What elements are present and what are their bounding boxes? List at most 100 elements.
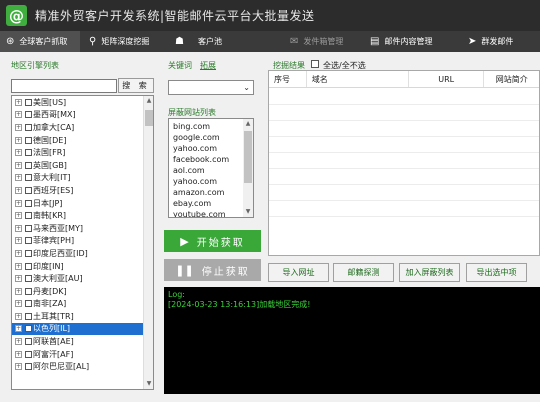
region-tree-scrollbar[interactable]: ▲ ▼ <box>143 96 153 389</box>
tab-mail-content-management[interactable]: ▤ 邮件内容管理 <box>364 31 444 52</box>
expand-icon[interactable]: + <box>15 98 22 106</box>
expand-icon[interactable]: + <box>15 161 22 169</box>
tab-matrix-deep-mining[interactable]: ⚲ 矩阵深度挖掘 <box>83 31 159 52</box>
region-tree-item[interactable]: + 西班牙[ES] <box>12 184 144 197</box>
expand-icon[interactable]: + <box>15 325 22 333</box>
keywords-expand-link[interactable]: 拓展 <box>200 60 216 71</box>
region-tree[interactable]: + 美国[US] + 墨西哥[MX] + 加拿大[CA] + 德国[DE] + 法国[FR] + 英国… <box>11 95 154 390</box>
region-tree-item[interactable]: + 以色列[IL] <box>12 322 144 336</box>
region-tree-item[interactable]: + 阿联酋[AE] <box>12 335 144 348</box>
region-checkbox[interactable] <box>25 325 32 333</box>
keywords-select[interactable]: ⌄ <box>168 80 254 95</box>
scroll-up-icon[interactable]: ▲ <box>243 119 253 129</box>
region-checkbox[interactable] <box>25 249 32 257</box>
region-checkbox[interactable] <box>25 174 32 182</box>
region-tree-item[interactable]: + 南韩[KR] <box>12 209 144 222</box>
blocked-sites-scrollbar[interactable]: ▲ ▼ <box>243 119 253 217</box>
region-tree-item[interactable]: + 印度[IN] <box>12 260 144 273</box>
tab-bulk-mail[interactable]: ➤ 群发邮件 <box>462 31 526 52</box>
region-checkbox[interactable] <box>25 275 32 283</box>
region-checkbox[interactable] <box>25 224 32 232</box>
region-checkbox[interactable] <box>25 186 32 194</box>
tab-outbox-management[interactable]: ✉ 发件箱管理 <box>284 31 356 52</box>
expand-icon[interactable]: + <box>15 149 22 157</box>
region-checkbox[interactable] <box>25 111 32 119</box>
send-icon: ➤ <box>468 36 477 47</box>
select-all-checkbox[interactable] <box>311 60 319 68</box>
region-checkbox[interactable] <box>25 262 32 270</box>
expand-icon[interactable]: + <box>15 136 22 144</box>
expand-icon[interactable]: + <box>15 237 22 245</box>
region-tree-item[interactable]: + 澳大利亚[AU] <box>12 272 144 285</box>
region-checkbox[interactable] <box>25 237 32 245</box>
region-tree-item[interactable]: + 土耳其[TR] <box>12 310 144 323</box>
region-checkbox[interactable] <box>25 199 32 207</box>
region-checkbox[interactable] <box>25 350 32 358</box>
column-header-url[interactable]: URL <box>409 71 485 87</box>
region-tree-item[interactable]: + 阿富汗[AF] <box>12 348 144 361</box>
blocked-sites-textarea[interactable]: bing.com google.com yahoo.com facebook.com a… <box>168 118 254 218</box>
tab-customer-pool[interactable]: ☗ 客户池 <box>169 31 239 52</box>
region-checkbox[interactable] <box>25 123 32 131</box>
region-tree-item[interactable]: + 德国[DE] <box>12 134 144 147</box>
results-table[interactable]: 序号 域名 URL 网站简介 <box>268 70 540 256</box>
expand-icon[interactable]: + <box>15 199 22 207</box>
expand-icon[interactable]: + <box>15 363 22 371</box>
expand-icon[interactable]: + <box>15 224 22 232</box>
scroll-thumb[interactable] <box>145 110 153 126</box>
region-checkbox[interactable] <box>25 212 32 220</box>
region-tree-item[interactable]: + 法国[FR] <box>12 146 144 159</box>
region-tree-item[interactable]: + 意大利[IT] <box>12 172 144 185</box>
region-tree-item[interactable]: + 丹麦[DK] <box>12 285 144 298</box>
column-header-domain[interactable]: 域名 <box>307 71 409 87</box>
expand-icon[interactable]: + <box>15 338 22 346</box>
region-checkbox[interactable] <box>25 363 32 371</box>
region-tree-item[interactable]: + 英国[GB] <box>12 159 144 172</box>
region-checkbox[interactable] <box>25 149 32 157</box>
mx-probe-button[interactable]: 邮籍探测 <box>333 263 394 282</box>
region-checkbox[interactable] <box>25 98 32 106</box>
scroll-down-icon[interactable]: ▼ <box>243 207 253 217</box>
expand-icon[interactable]: + <box>15 111 22 119</box>
expand-icon[interactable]: + <box>15 249 22 257</box>
expand-icon[interactable]: + <box>15 174 22 182</box>
expand-icon[interactable]: + <box>15 312 22 320</box>
expand-icon[interactable]: + <box>15 287 22 295</box>
region-search-button[interactable]: 搜 索 <box>118 78 154 93</box>
expand-icon[interactable]: + <box>15 275 22 283</box>
column-header-description[interactable]: 网站简介 <box>484 71 539 87</box>
region-checkbox[interactable] <box>25 161 32 169</box>
region-tree-item[interactable]: + 美国[US] <box>12 96 144 109</box>
region-tree-item[interactable]: + 墨西哥[MX] <box>12 109 144 122</box>
import-url-button[interactable]: 导入网址 <box>268 263 329 282</box>
region-tree-item[interactable]: + 南非[ZA] <box>12 298 144 311</box>
add-to-blocklist-button[interactable]: 加入屏蔽列表 <box>399 263 460 282</box>
region-tree-item[interactable]: + 印度尼西亚[ID] <box>12 247 144 260</box>
region-checkbox[interactable] <box>25 312 32 320</box>
stop-fetch-button[interactable]: ❚❚ 停止获取 <box>164 259 261 281</box>
start-fetch-button[interactable]: ▶ 开始获取 <box>164 230 261 252</box>
scroll-up-icon[interactable]: ▲ <box>144 96 153 106</box>
expand-icon[interactable]: + <box>15 350 22 358</box>
region-list-title: 地区引擎列表 <box>11 61 59 70</box>
scroll-thumb[interactable] <box>244 131 252 183</box>
expand-icon[interactable]: + <box>15 262 22 270</box>
region-tree-item[interactable]: + 加拿大[CA] <box>12 121 144 134</box>
expand-icon[interactable]: + <box>15 212 22 220</box>
scroll-down-icon[interactable]: ▼ <box>144 379 153 389</box>
region-tree-item[interactable]: + 菲律宾[PH] <box>12 235 144 248</box>
region-search-input[interactable] <box>11 79 117 93</box>
region-checkbox[interactable] <box>25 300 32 308</box>
tab-global-customer-fetch[interactable]: ⊛ 全球客户抓取 <box>0 31 80 52</box>
expand-icon[interactable]: + <box>15 123 22 131</box>
column-header-index[interactable]: 序号 <box>269 71 307 87</box>
region-checkbox[interactable] <box>25 287 32 295</box>
region-checkbox[interactable] <box>25 338 32 346</box>
region-tree-item[interactable]: + 马来西亚[MY] <box>12 222 144 235</box>
export-selected-button[interactable]: 导出选中项 <box>466 263 527 282</box>
region-checkbox[interactable] <box>25 136 32 144</box>
region-tree-item[interactable]: + 阿尔巴尼亚[AL] <box>12 360 144 373</box>
region-tree-item[interactable]: + 日本[JP] <box>12 197 144 210</box>
expand-icon[interactable]: + <box>15 300 22 308</box>
expand-icon[interactable]: + <box>15 186 22 194</box>
